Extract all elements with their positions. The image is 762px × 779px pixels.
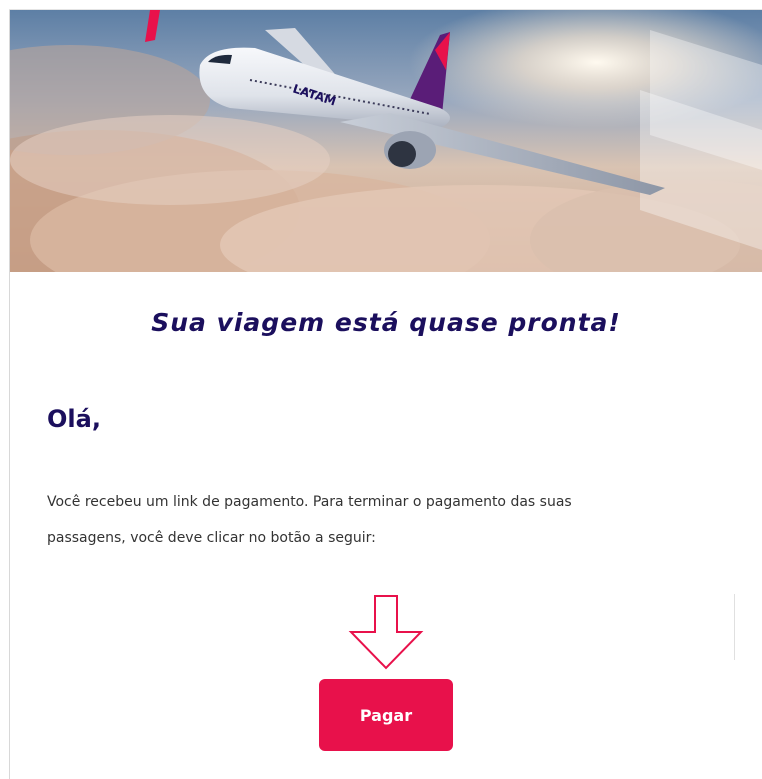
pay-button[interactable]: Pagar: [319, 679, 453, 751]
body-text-line-2: passagens, você deve clicar no botão a s…: [47, 530, 376, 546]
hero-banner-image: LATAM: [10, 10, 762, 272]
down-arrow-outline-icon: [348, 594, 424, 674]
email-body-text: Você recebeu um link de pagamento. Para …: [47, 484, 707, 556]
body-text-line-1: Você recebeu um link de pagamento. Para …: [47, 494, 572, 510]
email-headline: Sua viagem está quase pronta!: [151, 308, 621, 337]
email-body: LATAM Sua viagem está quase pronta! Olá,…: [10, 10, 762, 779]
email-greeting: Olá,: [47, 405, 101, 433]
right-divider: [734, 594, 735, 660]
